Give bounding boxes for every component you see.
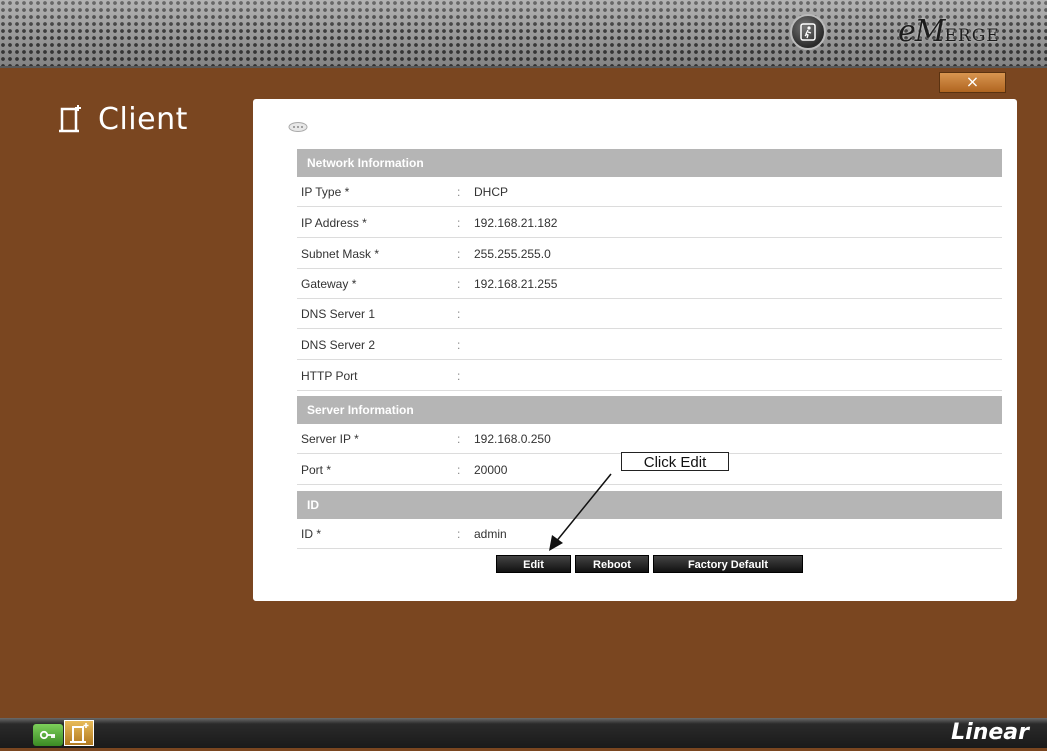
exit-button[interactable] xyxy=(790,14,826,50)
close-button[interactable]: × xyxy=(939,72,1006,93)
key-icon-button[interactable] xyxy=(33,724,63,746)
door-icon xyxy=(58,103,84,141)
header-bar: eMERGE xyxy=(0,0,1047,68)
client-detail-panel: Network Information IP Type * : DHCP IP … xyxy=(253,99,1017,601)
header-shine xyxy=(0,0,1047,66)
taskbar: Linear xyxy=(0,718,1047,748)
annotation-arrow xyxy=(549,473,612,551)
page-title: Client xyxy=(58,102,188,141)
page-title-text: Client xyxy=(98,102,188,137)
linear-logo: Linear xyxy=(951,720,1029,745)
client-taskbar-button[interactable] xyxy=(64,720,94,746)
door-icon xyxy=(70,723,89,743)
exit-icon xyxy=(800,23,816,41)
key-icon xyxy=(39,730,55,740)
emerge-logo: eMERGE xyxy=(898,14,1000,49)
